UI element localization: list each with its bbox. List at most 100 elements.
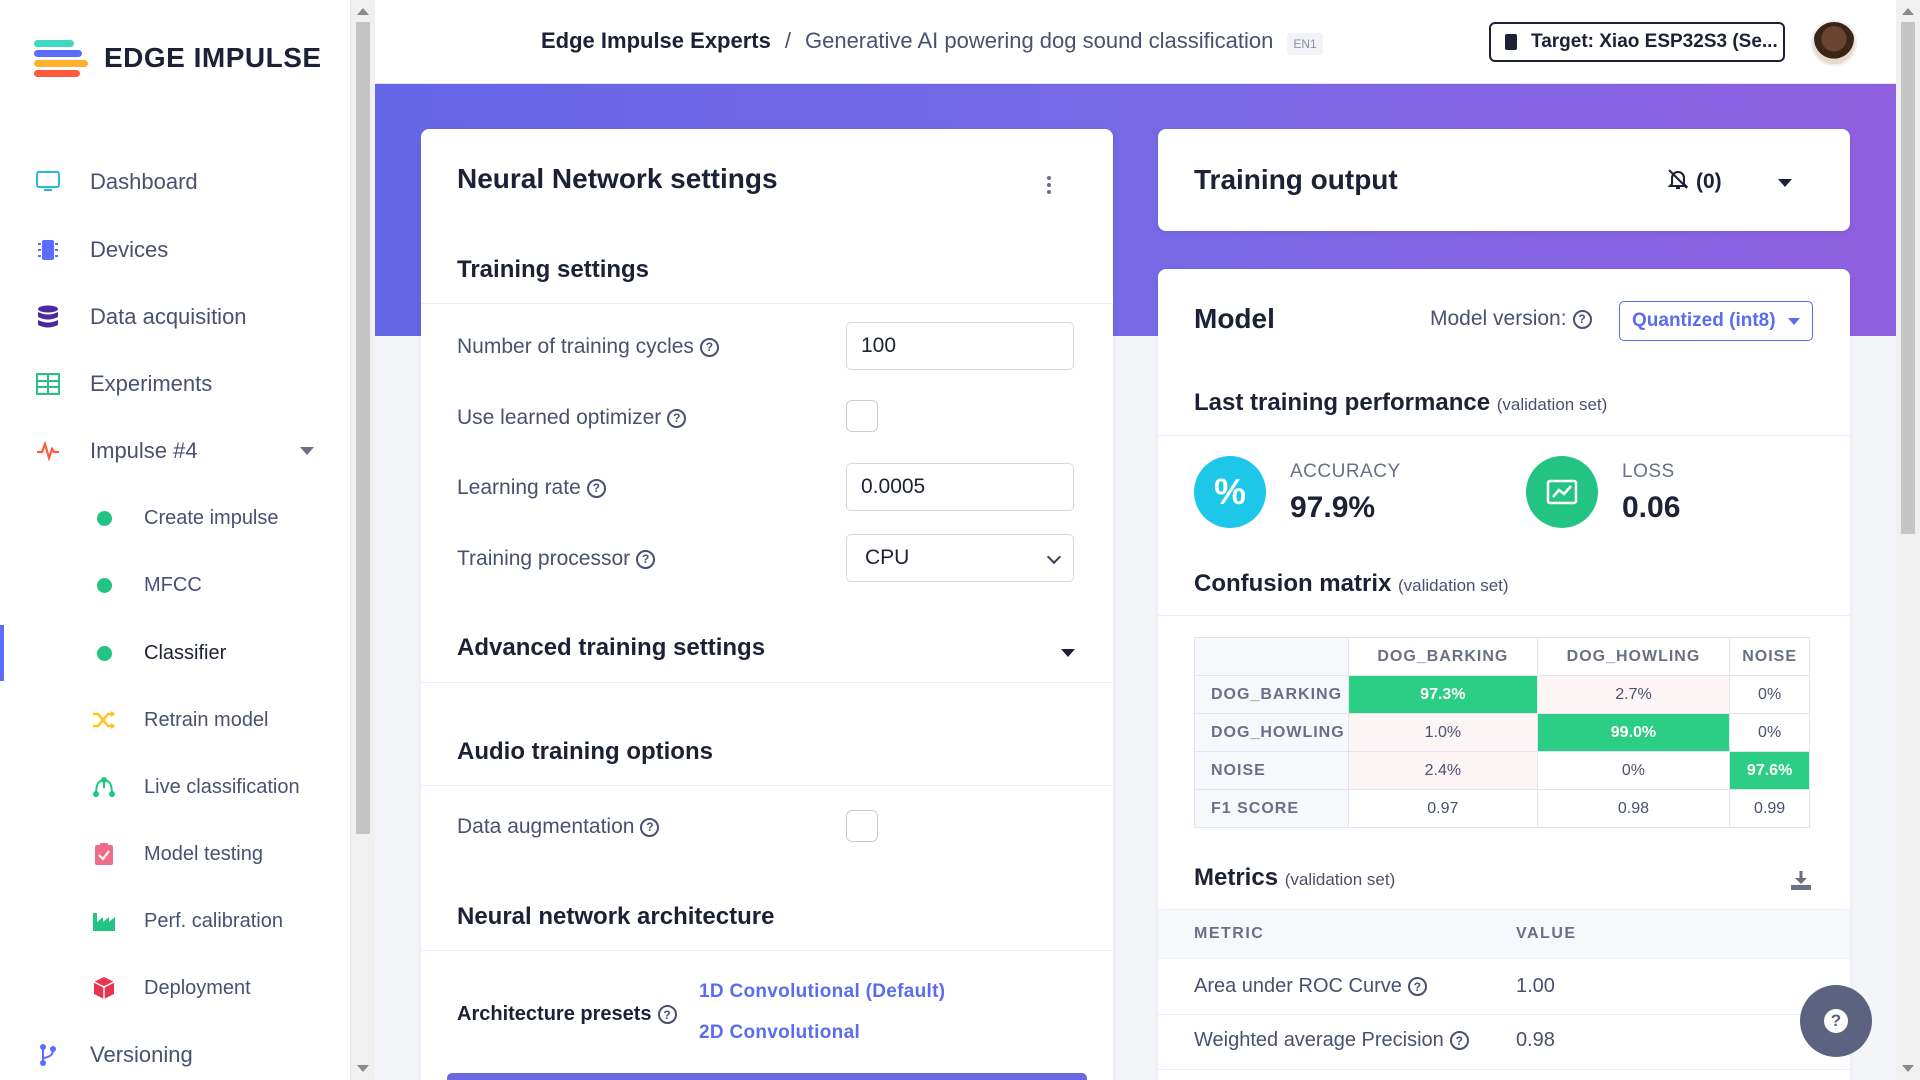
help-button[interactable]: ? [1800,985,1872,1057]
matrix-cell: 97.6% [1729,751,1810,790]
main-scrollbar[interactable] [1896,0,1920,1080]
sidebar-item-devices[interactable]: Devices [0,222,351,278]
sidebar-item-experiments[interactable]: Experiments [0,356,351,412]
chevron-down-icon[interactable] [1778,179,1792,187]
matrix-cell: 0% [1729,713,1810,752]
sidebar-subitem-model-testing[interactable]: Model testing [0,826,351,882]
row-header: DOG_BARKING [1194,675,1349,714]
shuffle-icon [92,708,116,732]
confusion-matrix-table: DOG_BARKING DOG_HOWLING NOISE DOG_BARKIN… [1194,637,1810,828]
sidebar-subitem-classifier[interactable]: Classifier [0,625,351,681]
sidebar-subitem-create-impulse[interactable]: Create impulse [0,490,351,546]
breadcrumb: Edge Impulse Experts / Generative AI pow… [541,28,1323,55]
column-header: DOG_BARKING [1348,637,1538,676]
f1-score-cell: 0.99 [1729,789,1810,828]
loss-value: 0.06 [1622,491,1681,524]
sidebar-item-impulse[interactable]: Impulse #4 [0,423,351,479]
matrix-cell: 2.4% [1348,751,1538,790]
accuracy-value: 97.9% [1290,491,1376,524]
preset-1d-conv-link[interactable]: 1D Convolutional (Default) [699,981,945,1003]
architecture-block [447,1073,1087,1080]
learning-rate-input[interactable]: 0.0005 [846,463,1074,511]
dot-icon [92,641,116,665]
avatar[interactable] [1811,20,1857,66]
section-title: Last training performance (validation se… [1194,389,1608,416]
sidebar-item-dashboard[interactable]: Dashboard [0,154,351,210]
sidebar-item-label: MFCC [144,573,202,596]
training-cycles-input[interactable]: 100 [846,322,1074,370]
bell-off-icon [1666,167,1690,197]
sidebar-scrollbar[interactable] [351,0,375,1080]
training-processor-label: Training processor? [457,547,656,571]
learned-optimizer-checkbox[interactable] [846,400,878,432]
sidebar-item-label: Data acquisition [90,304,247,329]
sidebar-scrollbar-thumb[interactable] [356,22,370,834]
model-version-select[interactable]: Quantized (int8) [1619,301,1813,341]
help-icon[interactable]: ? [699,337,719,357]
sidebar: EDGE IMPULSE Dashboard Devices Data acqu… [0,0,351,1080]
sidebar-item-label: Dashboard [90,169,198,194]
chart-line-icon [1526,456,1598,528]
metric-value: 0.98 [1516,1029,1555,1051]
help-icon[interactable]: ? [586,478,606,498]
sidebar-subitem-mfcc[interactable]: MFCC [0,557,351,613]
dot-icon [92,573,116,597]
f1-score-cell: 0.97 [1348,789,1538,828]
matrix-cell: 1.0% [1348,713,1538,752]
breadcrumb-project[interactable]: Edge Impulse Experts [541,28,771,54]
metric-label: Weighted average Precision? [1194,1029,1469,1052]
main-content: Neural Network settings Training setting… [375,84,1896,1080]
column-header: DOG_HOWLING [1536,637,1731,676]
section-title: Audio training options [457,738,713,765]
percent-icon: % [1194,456,1266,528]
help-icon[interactable]: ? [657,1005,677,1024]
scroll-up-arrow-icon[interactable] [1902,8,1914,15]
sidebar-item-label: Versioning [90,1042,193,1067]
metric-value: 1.00 [1516,975,1555,997]
chevron-down-icon[interactable] [300,447,314,455]
target-device-button[interactable]: Target: Xiao ESP32S3 (Se... [1489,22,1785,62]
sidebar-subitem-live-classification[interactable]: Live classification [0,759,351,815]
scroll-down-arrow-icon[interactable] [357,1065,369,1072]
brand-logo[interactable]: EDGE IMPULSE [34,38,322,78]
nodes-icon [92,775,116,799]
column-header: VALUE [1516,925,1577,942]
sidebar-item-label: Experiments [90,371,213,396]
table-row: DOG_BARKING DOG_HOWLING NOISE [1194,637,1810,676]
card-title: Neural Network settings [457,163,778,194]
more-options-icon[interactable] [1047,173,1051,197]
sidebar-item-data-acquisition[interactable]: Data acquisition [0,289,351,345]
sidebar-item-label: Classifier [144,641,227,664]
section-title: Neural network architecture [457,903,775,930]
project-tag-badge: EN1 [1287,33,1323,55]
preset-2d-conv-link[interactable]: 2D Convolutional [699,1022,860,1044]
table-corner-cell [1194,637,1349,676]
sidebar-subitem-retrain-model[interactable]: Retrain model [0,692,351,748]
help-icon[interactable]: ? [1407,977,1427,996]
branch-icon [36,1043,60,1067]
training-processor-select[interactable]: CPU [846,534,1074,582]
scroll-up-arrow-icon[interactable] [357,8,369,15]
brand-name: EDGE IMPULSE [104,42,322,73]
sidebar-subitem-deployment[interactable]: Deployment [0,960,351,1016]
scroll-down-arrow-icon[interactable] [1902,1065,1914,1072]
chevron-down-icon[interactable] [1061,649,1075,657]
help-icon[interactable]: ? [667,408,687,428]
metric-label: Area under ROC Curve? [1194,975,1427,998]
help-icon[interactable]: ? [1449,1031,1469,1050]
f1-score-cell: 0.98 [1536,789,1731,828]
sidebar-item-versioning[interactable]: Versioning [0,1027,351,1080]
chip-icon [1505,34,1517,50]
data-augmentation-checkbox[interactable] [846,810,878,842]
section-title[interactable]: Advanced training settings [457,634,765,662]
sidebar-item-label: Retrain model [144,708,269,731]
notifications-toggle[interactable]: (0) [1666,167,1722,197]
help-icon[interactable]: ? [1572,309,1592,329]
download-icon[interactable] [1790,869,1812,896]
sidebar-subitem-perf-calibration[interactable]: Perf. calibration [0,893,351,949]
help-icon[interactable]: ? [640,817,660,837]
column-header: NOISE [1729,637,1810,676]
main-scrollbar-thumb[interactable] [1901,22,1915,534]
top-header: Edge Impulse Experts / Generative AI pow… [375,0,1896,84]
help-icon[interactable]: ? [636,549,656,569]
